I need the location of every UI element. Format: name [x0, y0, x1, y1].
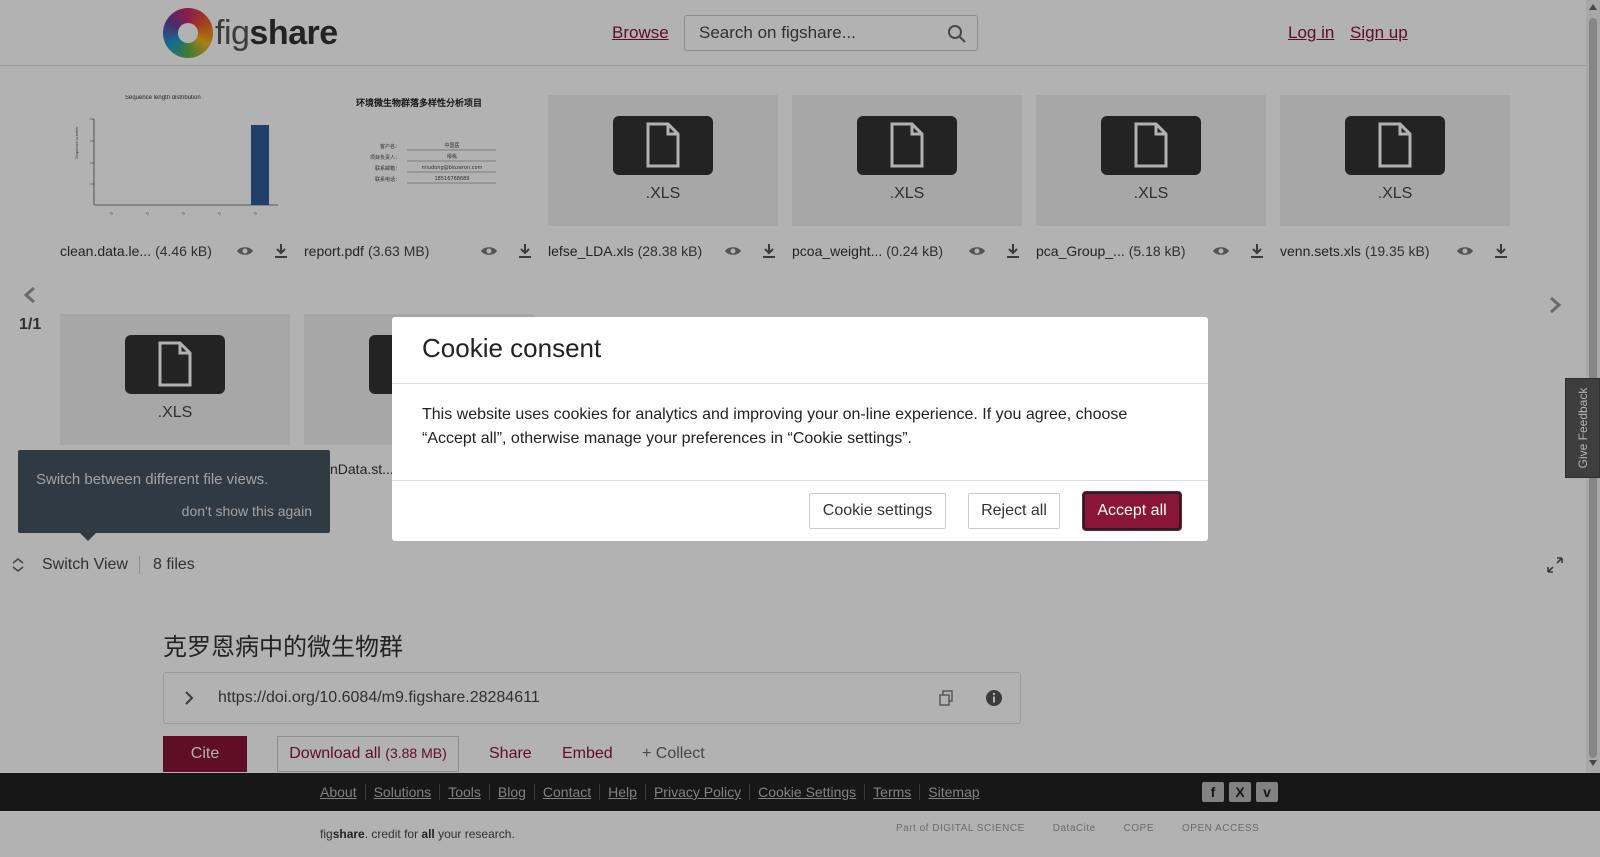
cookie-dialog-title: Cookie consent — [422, 333, 602, 363]
reject-all-button[interactable]: Reject all — [968, 493, 1060, 529]
cookie-consent-dialog: Cookie consent This website uses cookies… — [392, 317, 1208, 541]
accept-all-button[interactable]: Accept all — [1083, 492, 1181, 530]
dialog-divider — [392, 383, 1208, 384]
dialog-divider — [392, 480, 1208, 481]
cookie-dialog-body: This website uses cookies for analytics … — [422, 406, 1128, 447]
cookie-settings-button[interactable]: Cookie settings — [809, 493, 946, 529]
